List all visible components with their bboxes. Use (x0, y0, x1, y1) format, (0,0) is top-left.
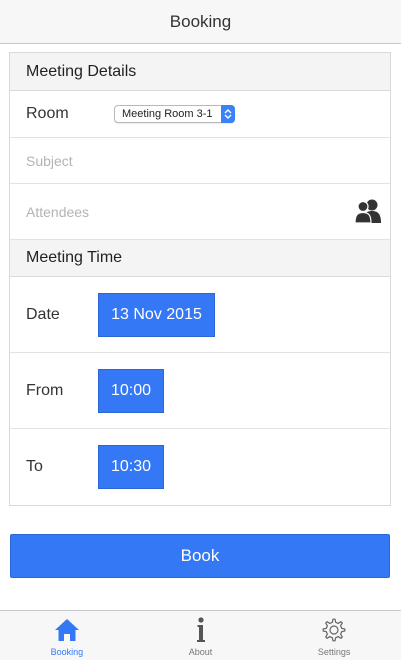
tab-about[interactable]: About (134, 611, 268, 660)
tab-booking-label: Booking (50, 647, 84, 657)
tab-settings[interactable]: Settings (267, 611, 401, 660)
date-row: Date 13 Nov 2015 (10, 277, 390, 353)
attendees-field[interactable]: Attendees (10, 184, 390, 240)
room-row: Room Meeting Room 3-1 (10, 91, 390, 138)
book-button[interactable]: Book (10, 534, 390, 578)
booking-form: Meeting Details Room Meeting Room 3-1 Su… (9, 52, 391, 506)
date-label: Date (26, 305, 60, 323)
room-select[interactable]: Meeting Room 3-1 (114, 105, 235, 123)
date-picker-button[interactable]: 13 Nov 2015 (98, 292, 215, 337)
from-label: From (26, 381, 64, 399)
tab-bar: Booking About Settings (0, 610, 401, 660)
info-icon (187, 616, 215, 644)
home-icon (53, 616, 81, 644)
to-row: To 10:30 (10, 429, 390, 505)
select-arrows-icon (220, 105, 235, 123)
room-select-value: Meeting Room 3-1 (122, 108, 213, 120)
tab-booking[interactable]: Booking (0, 611, 134, 660)
room-label: Room (26, 105, 69, 122)
people-icon[interactable] (354, 198, 382, 224)
tab-about-label: About (188, 647, 213, 657)
meeting-details-heading: Meeting Details (10, 53, 390, 91)
to-label: To (26, 458, 43, 475)
gear-icon (320, 616, 348, 644)
page-title: Booking (169, 11, 232, 31)
navigation-bar: Booking (0, 0, 401, 44)
to-time-button[interactable]: 10:30 (98, 445, 164, 489)
booking-screen: Booking Meeting Details Room Meeting Roo… (0, 0, 401, 660)
from-time-button[interactable]: 10:00 (98, 368, 164, 413)
subject-placeholder: Subject (26, 152, 73, 169)
attendees-placeholder: Attendees (26, 203, 90, 220)
meeting-time-heading: Meeting Time (10, 239, 390, 277)
from-row: From 10:00 (10, 353, 390, 429)
subject-field[interactable]: Subject (10, 138, 390, 184)
tab-settings-label: Settings (317, 647, 351, 657)
